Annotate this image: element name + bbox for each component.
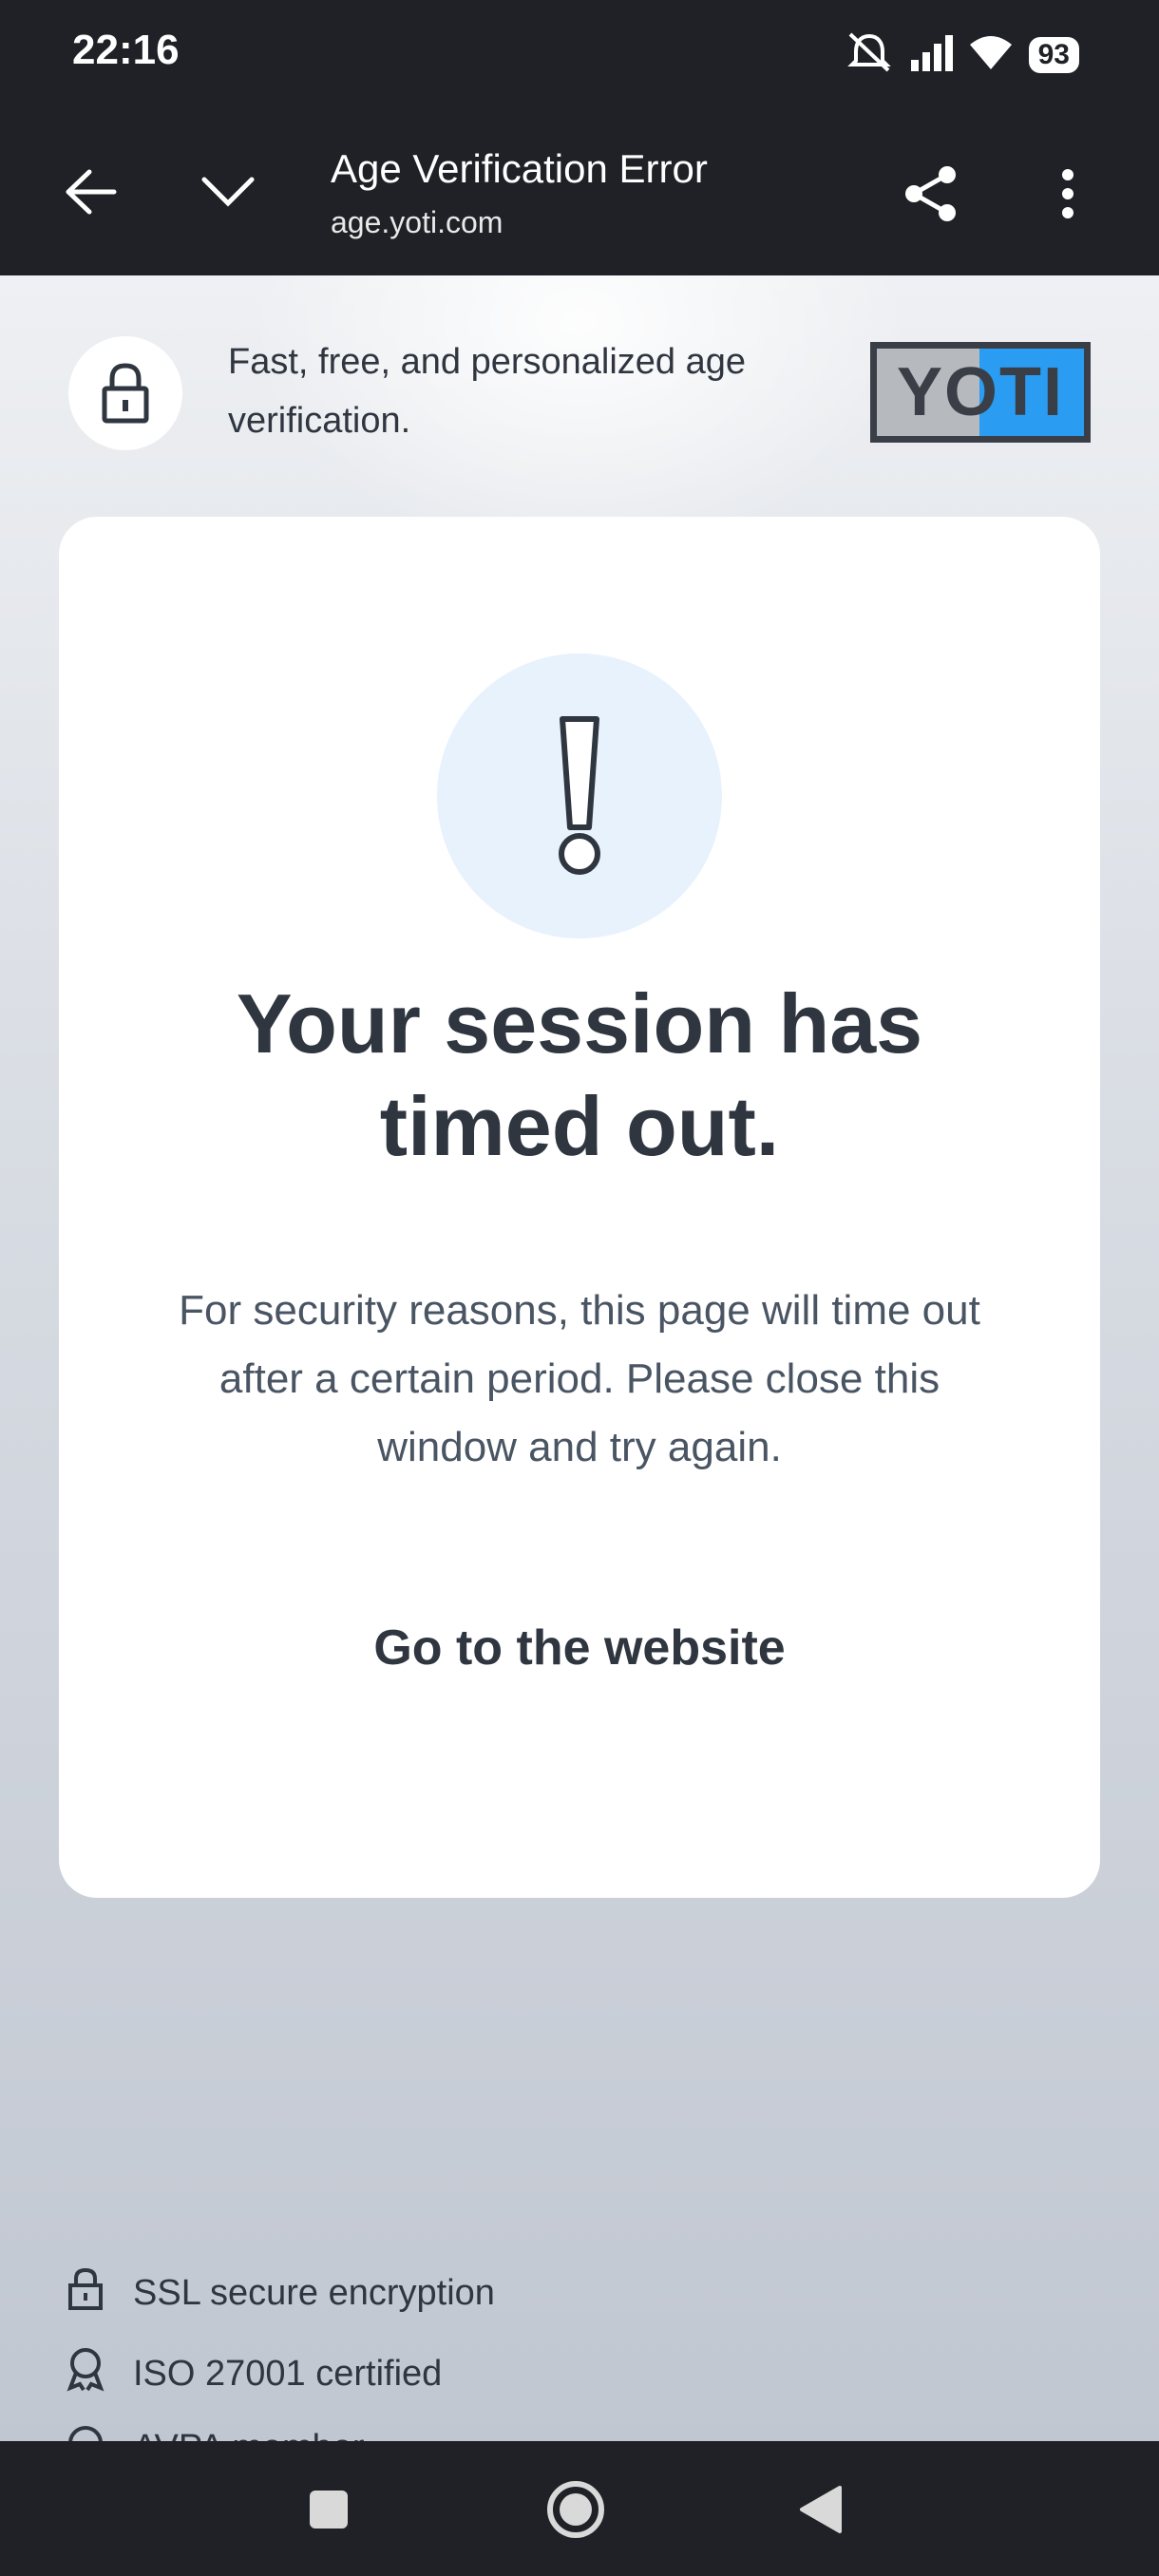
error-title: Your session has timed out.: [236, 976, 923, 1173]
system-nav-bar: [0, 2441, 1159, 2576]
trust-item-avpa: AVPA member: [66, 2424, 365, 2441]
page-title[interactable]: Age Verification Error: [331, 146, 708, 192]
status-icons: 93: [845, 30, 1079, 79]
status-bar: 22:16 93: [0, 0, 1159, 104]
trust-item-iso: ISO 27001 certified: [66, 2346, 442, 2401]
status-time: 22:16: [72, 27, 180, 73]
error-card: Your session has timed out. For security…: [59, 517, 1100, 1898]
share-icon[interactable]: [885, 148, 977, 239]
exclamation-icon: [437, 653, 722, 938]
home-circle-icon[interactable]: [536, 2470, 616, 2549]
battery-icon: 93: [1028, 36, 1079, 73]
chevron-down-icon[interactable]: [182, 146, 274, 237]
more-vert-icon[interactable]: [1022, 148, 1113, 239]
page-content: Fast, free, and personalized age verific…: [0, 275, 1159, 2441]
page-header: Fast, free, and personalized age verific…: [0, 275, 1159, 513]
page-url[interactable]: age.yoti.com: [331, 205, 503, 240]
yoti-logo[interactable]: YOTI: [870, 342, 1091, 443]
signal-icon: [909, 33, 953, 76]
back-arrow-icon[interactable]: [46, 146, 137, 237]
lock-icon: [66, 2266, 104, 2320]
trust-label: SSL secure encryption: [133, 2272, 495, 2313]
recents-square-icon[interactable]: [289, 2470, 369, 2549]
lock-icon: [68, 336, 182, 450]
trust-label: ISO 27001 certified: [133, 2353, 443, 2394]
wifi-icon: [968, 33, 1014, 76]
go-to-website-button[interactable]: Go to the website: [294, 1605, 864, 1691]
logo-text: YOTI: [896, 354, 1064, 430]
trust-label: AVPA member: [133, 2428, 365, 2442]
trust-item-ssl: SSL secure encryption: [66, 2266, 495, 2320]
mute-icon: [845, 30, 894, 79]
tagline: Fast, free, and personalized age verific…: [228, 342, 747, 441]
award-icon: [66, 2346, 104, 2401]
back-triangle-icon[interactable]: [781, 2470, 861, 2549]
circle-icon: [66, 2424, 104, 2441]
browser-toolbar: Age Verification Error age.yoti.com: [0, 104, 1159, 275]
error-message: For security reasons, this page will tim…: [179, 1287, 980, 1470]
